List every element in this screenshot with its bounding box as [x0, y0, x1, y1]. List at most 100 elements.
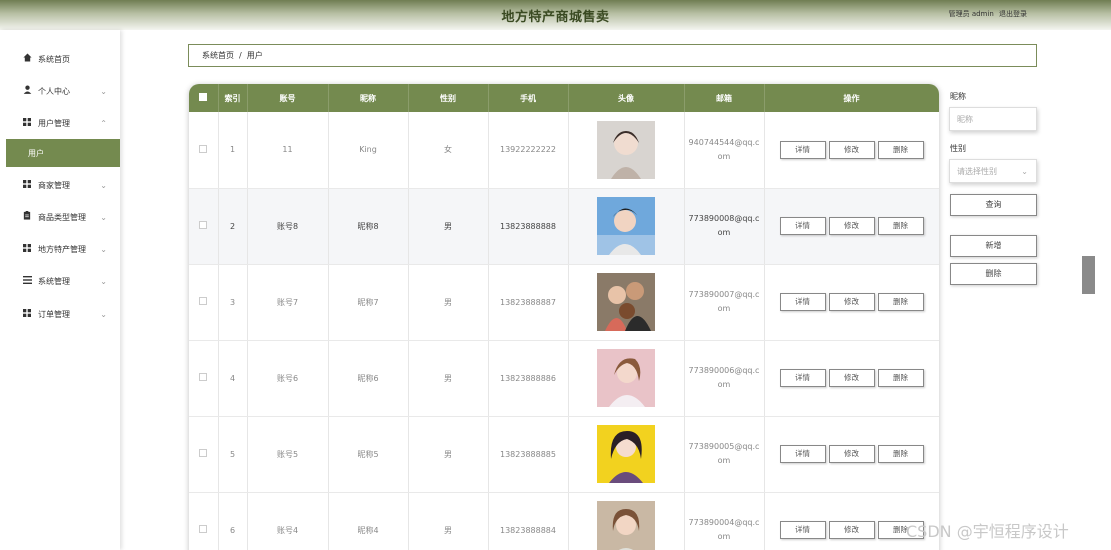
sidebar-item-order-management[interactable]: 订单管理 ⌄ [0, 303, 120, 325]
cell-gender: 男 [408, 416, 489, 493]
grid-icon [20, 308, 34, 320]
grid-icon [20, 117, 34, 129]
sidebar-item-product-type-management[interactable]: 商品类型管理 ⌄ [0, 206, 120, 228]
detail-button[interactable]: 详情 [779, 445, 826, 463]
select-all-checkbox[interactable] [189, 84, 219, 112]
sidebar-item-merchant-management[interactable]: 商家管理 ⌄ [0, 174, 120, 196]
sidebar-item-home[interactable]: 系统首页 [0, 48, 120, 70]
cell-nickname: 昵称6 [328, 340, 409, 417]
avatar-image [597, 273, 655, 331]
cell-actions: 详情 修改 删除 [764, 264, 939, 341]
cell-actions: 详情 修改 删除 [764, 340, 939, 417]
sidebar-item-system-management[interactable]: 系统管理 ⌄ [0, 270, 120, 292]
delete-button[interactable]: 删除 [877, 445, 924, 463]
cell-index: 3 [218, 264, 248, 341]
detail-button[interactable]: 详情 [779, 369, 826, 387]
sidebar-item-user-management[interactable]: 用户管理 ⌃ [0, 112, 120, 134]
cell-gender: 男 [408, 492, 489, 550]
edit-button[interactable]: 修改 [828, 521, 875, 539]
sidebar-subitem-user[interactable]: 用户 [6, 139, 120, 167]
cell-avatar [568, 416, 685, 493]
sidebar-item-label: 系统首页 [38, 54, 70, 64]
breadcrumb-separator: / [239, 51, 242, 60]
breadcrumb-home-link[interactable]: 系统首页 [202, 50, 234, 61]
avatar-image [597, 425, 655, 483]
column-header-gender: 性别 [408, 84, 489, 112]
cell-nickname: 昵称7 [328, 264, 409, 341]
gender-select[interactable]: 请选择性别 ⌄ [949, 159, 1037, 183]
cell-avatar [568, 112, 685, 189]
row-checkbox[interactable] [189, 188, 219, 265]
chevron-up-icon: ⌃ [100, 118, 107, 128]
cell-avatar [568, 264, 685, 341]
query-button[interactable]: 查询 [950, 194, 1037, 216]
batch-delete-button[interactable]: 删除 [950, 263, 1037, 285]
detail-button[interactable]: 详情 [779, 293, 826, 311]
cell-account: 账号4 [247, 492, 329, 550]
cell-account: 账号7 [247, 264, 329, 341]
cell-gender: 男 [408, 264, 489, 341]
gender-select-placeholder: 请选择性别 [957, 166, 997, 176]
cell-gender: 女 [408, 112, 489, 189]
cell-gender: 男 [408, 188, 489, 265]
cell-phone: 13922222222 [488, 112, 569, 189]
sidebar-item-personal-center[interactable]: 个人中心 ⌄ [0, 80, 120, 102]
cell-nickname: 昵称5 [328, 416, 409, 493]
cell-phone: 13823888884 [488, 492, 569, 550]
cell-avatar [568, 340, 685, 417]
app-title: 地方特产商城售卖 [501, 10, 610, 25]
sidebar: 系统首页 个人中心 ⌄ 用户管理 ⌃ 用户 商家管理 ⌄ 商品类型管理 ⌄ 地方… [0, 30, 120, 550]
column-header-avatar: 头像 [568, 84, 685, 112]
row-checkbox[interactable] [189, 112, 219, 189]
breadcrumb: 系统首页 / 用户 [188, 44, 1037, 67]
column-header-nickname: 昵称 [328, 84, 409, 112]
detail-button[interactable]: 详情 [779, 217, 826, 235]
row-checkbox[interactable] [189, 340, 219, 417]
cell-phone: 13823888888 [488, 188, 569, 265]
detail-button[interactable]: 详情 [779, 521, 826, 539]
edit-button[interactable]: 修改 [828, 217, 875, 235]
scrollbar-thumb[interactable] [1082, 256, 1095, 294]
edit-button[interactable]: 修改 [828, 293, 875, 311]
delete-button[interactable]: 删除 [877, 217, 924, 235]
sidebar-item-specialty-management[interactable]: 地方特产管理 ⌄ [0, 238, 120, 260]
cell-email: 773890005@qq.com [684, 416, 765, 493]
edit-button[interactable]: 修改 [828, 445, 875, 463]
cell-nickname: 昵称8 [328, 188, 409, 265]
sidebar-item-label: 系统管理 [38, 276, 70, 286]
chevron-down-icon: ⌄ [100, 212, 107, 222]
grid-icon [20, 179, 34, 191]
nickname-filter-label: 昵称 [950, 92, 966, 101]
header-user-area: 管理员 admin 退出登录 [946, 9, 1027, 19]
nickname-search-input[interactable]: 昵称 [949, 107, 1037, 131]
cell-index: 1 [218, 112, 248, 189]
sidebar-subitem-label: 用户 [28, 148, 44, 158]
gender-filter-label: 性别 [950, 144, 966, 153]
edit-button[interactable]: 修改 [828, 369, 875, 387]
cell-actions: 详情 修改 删除 [764, 188, 939, 265]
cell-email: 773890004@qq.com [684, 492, 765, 550]
row-checkbox[interactable] [189, 416, 219, 493]
cell-avatar [568, 492, 685, 550]
delete-button[interactable]: 删除 [877, 293, 924, 311]
cell-email: 773890007@qq.com [684, 264, 765, 341]
sidebar-item-label: 商品类型管理 [38, 212, 86, 222]
cell-nickname: King [328, 112, 409, 189]
table-row: 3 账号7 昵称7 男 13823888887 773890007@qq.com… [189, 264, 939, 341]
avatar-image [597, 501, 655, 550]
grid-icon [20, 243, 34, 255]
delete-button[interactable]: 删除 [877, 140, 924, 159]
home-icon [20, 53, 34, 65]
row-checkbox[interactable] [189, 264, 219, 341]
logout-link[interactable]: 退出登录 [999, 10, 1027, 18]
detail-button[interactable]: 详情 [779, 140, 826, 159]
row-checkbox[interactable] [189, 492, 219, 550]
delete-button[interactable]: 删除 [877, 369, 924, 387]
add-button[interactable]: 新增 [950, 235, 1037, 257]
cell-email: 773890008@qq.com [684, 188, 765, 265]
sidebar-item-label: 地方特产管理 [38, 244, 86, 254]
edit-button[interactable]: 修改 [828, 140, 875, 159]
sidebar-item-label: 商家管理 [38, 180, 70, 190]
chevron-down-icon: ⌄ [100, 276, 107, 286]
clipboard-icon [20, 211, 34, 223]
